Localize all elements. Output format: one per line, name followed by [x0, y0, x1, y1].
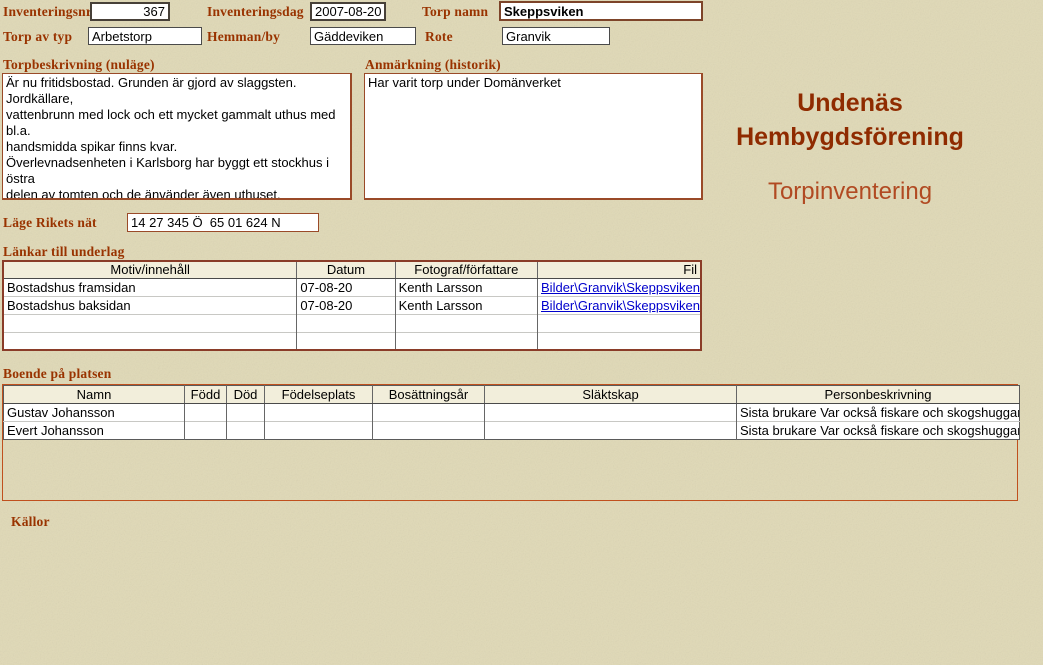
hemmanby-input[interactable] [310, 27, 416, 45]
lage-label: Läge Rikets nät [3, 215, 97, 231]
boende-table: Namn Född Död Födelseplats Bosättningsår… [3, 385, 1020, 440]
table-row: Evert Johansson Sista brukare Var också … [4, 422, 1020, 440]
fil-cell: Bilder\Granvik\Skeppsviken- [538, 296, 701, 314]
motiv-cell: Bostadshus framsidan [3, 278, 297, 296]
personbeskrivning-cell: Sista brukare Var också fiskare och skog… [737, 422, 1020, 440]
fil-cell: Bilder\Granvik\Skeppsviken- [538, 278, 701, 296]
table-row-empty [3, 314, 701, 332]
torptyp-label: Torp av typ [3, 29, 72, 45]
fotograf-cell: Kenth Larsson [395, 278, 537, 296]
links-header-datum: Datum [297, 261, 395, 278]
namn-cell: Evert Johansson [4, 422, 185, 440]
org-title-line2: Hembygdsförening [700, 120, 1000, 154]
file-link[interactable]: Bilder\Granvik\Skeppsviken- [541, 298, 701, 313]
namn-cell: Gustav Johansson [4, 404, 185, 422]
page-title: Torpinventering [700, 178, 1000, 206]
table-row: Bostadshus framsidan 07-08-20 Kenth Lars… [3, 278, 701, 296]
table-row-empty [3, 332, 701, 350]
torpbeskrivning-textarea[interactable]: Är nu fritidsbostad. Grunden är gjord av… [2, 73, 352, 200]
lage-input[interactable] [127, 213, 319, 232]
torptyp-input[interactable] [88, 27, 202, 45]
inventeringsdag-input[interactable] [310, 2, 386, 21]
kallor-heading: Källor [11, 514, 50, 530]
inventeringsdag-label: Inventeringsdag [207, 4, 304, 20]
personbeskrivning-cell: Sista brukare Var också fiskare och skog… [737, 404, 1020, 422]
lankar-heading: Länkar till underlag [3, 244, 125, 260]
table-row: Gustav Johansson Sista brukare Var också… [4, 404, 1020, 422]
rote-label: Rote [425, 29, 453, 45]
links-header-fotograf: Fotograf/författare [395, 261, 537, 278]
fotograf-cell: Kenth Larsson [395, 296, 537, 314]
links-table: Motiv/innehåll Datum Fotograf/författare… [2, 260, 702, 351]
anmarkning-label: Anmärkning (historik) [365, 57, 501, 73]
datum-cell: 07-08-20 [297, 296, 395, 314]
hemmanby-label: Hemman/by [207, 29, 280, 45]
org-title-block: Undenäs Hembygdsförening Torpinventering [700, 86, 1000, 206]
links-header-fil: Fil [538, 261, 701, 278]
file-link[interactable]: Bilder\Granvik\Skeppsviken- [541, 280, 701, 295]
boende-header-fodd: Född [185, 386, 227, 404]
boende-header-row: Namn Född Död Födelseplats Bosättningsår… [4, 386, 1020, 404]
boende-header-personbeskrivning: Personbeskrivning [737, 386, 1020, 404]
boende-container: Namn Född Död Födelseplats Bosättningsår… [2, 384, 1018, 501]
torpinventering-page: Inventeringsnr Inventeringsdag Torp namn… [0, 0, 1043, 665]
torpnamn-input[interactable] [499, 1, 703, 21]
org-title-line1: Undenäs [700, 86, 1000, 120]
table-row: Bostadshus baksidan 07-08-20 Kenth Larss… [3, 296, 701, 314]
torpnamn-label: Torp namn [422, 4, 488, 20]
datum-cell: 07-08-20 [297, 278, 395, 296]
links-header-row: Motiv/innehåll Datum Fotograf/författare… [3, 261, 701, 278]
boende-heading: Boende på platsen [3, 366, 111, 382]
boende-header-bosattningsar: Bosättningsår [373, 386, 485, 404]
rote-input[interactable] [502, 27, 610, 45]
boende-header-fodelseplats: Födelseplats [265, 386, 373, 404]
inventeringsnr-label: Inventeringsnr [3, 4, 92, 20]
inventeringsnr-input[interactable] [90, 2, 170, 21]
links-header-motiv: Motiv/innehåll [3, 261, 297, 278]
boende-header-dod: Död [227, 386, 265, 404]
motiv-cell: Bostadshus baksidan [3, 296, 297, 314]
anmarkning-textarea[interactable]: Har varit torp under Domänverket [364, 73, 703, 200]
boende-header-slaktskap: Släktskap [485, 386, 737, 404]
boende-header-namn: Namn [4, 386, 185, 404]
torpbeskrivning-label: Torpbeskrivning (nuläge) [3, 57, 155, 73]
